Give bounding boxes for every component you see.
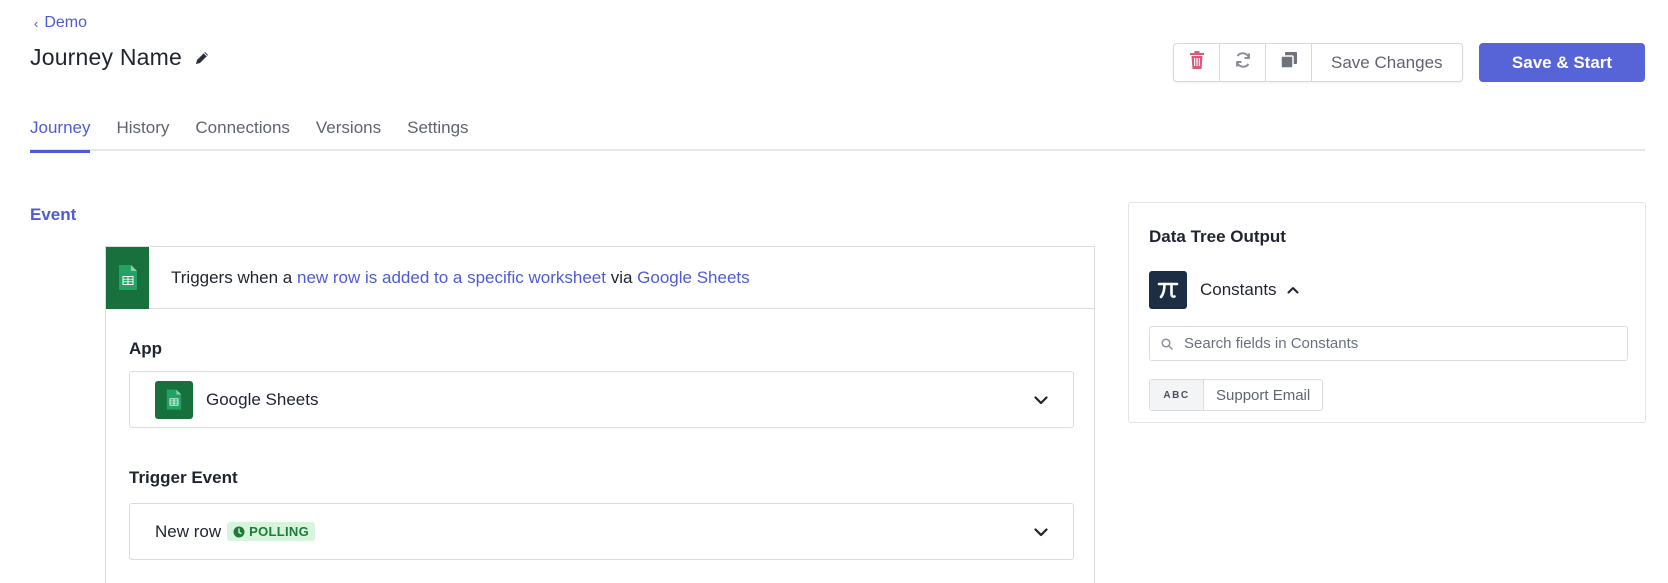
trigger-summary: Triggers when a new row is added to a sp…	[106, 246, 1094, 309]
event-card: Triggers when a new row is added to a sp…	[105, 246, 1095, 583]
pi-icon	[1149, 271, 1187, 309]
constants-search	[1149, 326, 1628, 361]
constants-label: Constants	[1200, 280, 1277, 299]
tab-versions[interactable]: Versions	[316, 118, 381, 151]
tab-settings[interactable]: Settings	[407, 118, 468, 151]
tab-connections[interactable]: Connections	[195, 118, 290, 151]
save-changes-button[interactable]: Save Changes	[1312, 44, 1462, 81]
chevron-down-icon	[1031, 390, 1051, 410]
trigger-description: Triggers when a new row is added to a sp…	[171, 268, 750, 288]
save-and-start-button[interactable]: Save & Start	[1479, 43, 1645, 82]
breadcrumb-back-link[interactable]: ‹ Demo	[34, 14, 87, 32]
duplicate-icon	[1279, 51, 1298, 74]
field-label: Support Email	[1216, 386, 1311, 404]
title-row: Journey Name	[30, 44, 212, 71]
chevron-down-icon	[1031, 522, 1051, 542]
trigger-app-link[interactable]: Google Sheets	[637, 268, 749, 287]
chevron-left-icon: ‹	[34, 15, 39, 31]
trigger-event-link[interactable]: new row is added to a specific worksheet	[297, 268, 606, 287]
constants-search-input[interactable]	[1184, 335, 1614, 352]
trigger-event-select[interactable]: New row POLLING	[129, 503, 1074, 560]
field-type-badge: ABC	[1150, 380, 1204, 410]
refresh-button[interactable]	[1220, 44, 1266, 81]
app-select[interactable]: Google Sheets	[129, 371, 1074, 428]
polling-badge-label: POLLING	[249, 524, 310, 539]
delete-button[interactable]	[1174, 44, 1220, 81]
breadcrumb-label: Demo	[44, 14, 88, 31]
trigger-event-value: New row	[155, 521, 222, 541]
trash-icon	[1189, 51, 1205, 74]
trigger-prefix: Triggers when a	[171, 267, 297, 287]
app-field-label: App	[129, 339, 163, 358]
data-tree-title: Data Tree Output	[1149, 227, 1286, 246]
google-sheets-icon	[155, 380, 193, 419]
pencil-icon[interactable]	[192, 48, 212, 68]
chevron-up-icon	[1287, 286, 1299, 294]
field-chip-support-email[interactable]: ABC Support Email	[1149, 379, 1324, 411]
tab-history[interactable]: History	[116, 118, 169, 151]
event-section-label: Event	[30, 205, 77, 224]
tab-bar: Journey History Connections Versions Set…	[30, 118, 1645, 153]
constants-group-toggle[interactable]: Constants	[1149, 271, 1299, 309]
refresh-icon	[1234, 51, 1252, 74]
page-title: Journey Name	[30, 44, 182, 70]
app-select-value: Google Sheets	[206, 389, 319, 409]
trigger-middle: via	[605, 267, 638, 287]
trigger-event-field-label: Trigger Event	[129, 468, 238, 487]
clock-icon	[233, 526, 245, 537]
duplicate-button[interactable]	[1266, 44, 1312, 81]
polling-badge: POLLING	[227, 522, 316, 541]
data-tree-panel: Data Tree Output Constants ABC Support E…	[1128, 202, 1646, 423]
tab-journey[interactable]: Journey	[30, 118, 91, 153]
google-sheets-icon	[106, 246, 149, 309]
search-icon	[1160, 337, 1174, 351]
header-toolbar: Save Changes	[1173, 43, 1463, 82]
